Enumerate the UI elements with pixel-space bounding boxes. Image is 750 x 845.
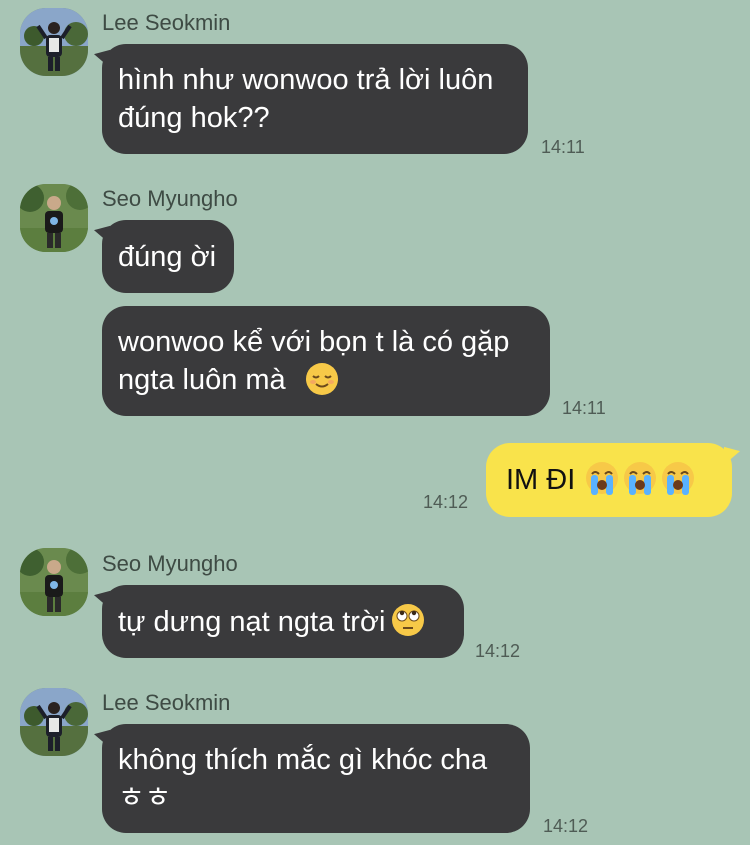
sender-name: Lee Seokmin [102, 10, 231, 35]
message-time: 14:12 [423, 492, 469, 512]
relieved-face-icon [305, 362, 339, 396]
message-time: 14:12 [475, 641, 521, 661]
message-bubble[interactable]: đúng ời [102, 220, 234, 293]
avatar-lee-seokmin[interactable] [20, 688, 88, 756]
message-bubble[interactable]: không thích mắc gì khóc cha ㅎㅎ [102, 724, 530, 833]
sender-name: Seo Myungho [102, 186, 238, 211]
sender-name: Seo Myungho [102, 551, 238, 576]
message-time: 14:12 [543, 816, 589, 836]
message-text: hình như wonwoo trả lời luôn đúng hok?? [118, 64, 494, 134]
message-time: 14:11 [562, 398, 606, 418]
avatar-lee-seokmin[interactable] [20, 8, 88, 76]
message-time: 14:11 [541, 137, 585, 157]
message-text: IM ĐI [506, 464, 576, 496]
loudly-crying-face-icon [585, 461, 619, 495]
chat-window[interactable]: Lee Seokmin hình như wonwoo trả lời luôn… [0, 0, 750, 845]
loudly-crying-face-icon [623, 461, 657, 495]
sender-name: Lee Seokmin [102, 690, 231, 715]
message-bubble[interactable]: wonwoo kể với bọn t là có gặp ngta luôn … [102, 306, 550, 416]
message-bubble[interactable]: hình như wonwoo trả lời luôn đúng hok?? [102, 44, 528, 154]
loudly-crying-face-icon [661, 461, 695, 495]
message-text: không thích mắc gì khóc cha ㅎㅎ [118, 744, 488, 814]
outgoing-message-bubble[interactable]: IM ĐI [486, 443, 732, 517]
avatar-seo-myungho[interactable] [20, 184, 88, 252]
face-with-rolling-eyes-icon [391, 603, 425, 637]
message-text: đúng ời [118, 241, 217, 273]
message-text: tự dưng nạt ngta trời [118, 606, 386, 638]
message-bubble[interactable]: tự dưng nạt ngta trời [102, 585, 464, 658]
avatar-seo-myungho[interactable] [20, 548, 88, 616]
